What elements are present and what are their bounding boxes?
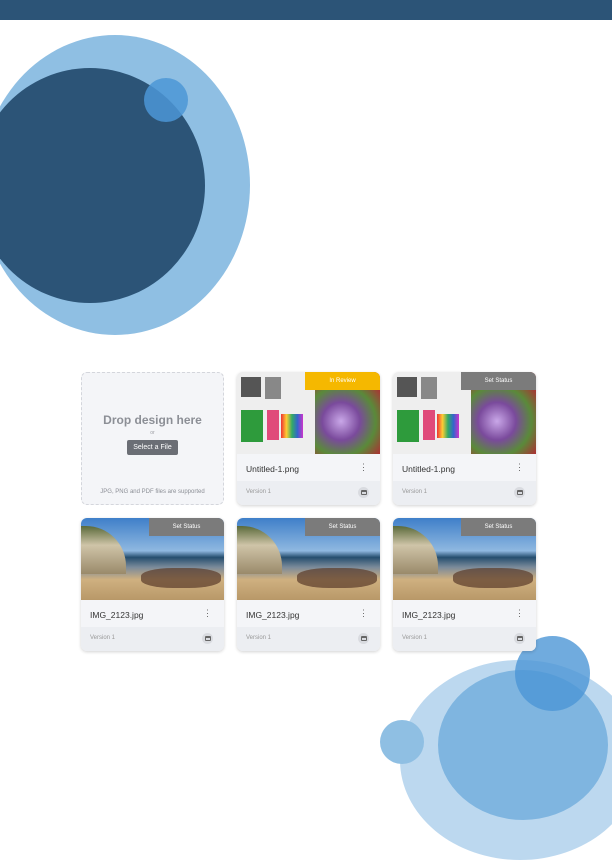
file-name: IMG_2123.jpg <box>246 610 300 620</box>
calendar-icon[interactable] <box>514 487 525 498</box>
calendar-icon[interactable] <box>358 487 369 498</box>
more-options-icon[interactable]: ⋮ <box>515 462 524 473</box>
header-bar <box>0 0 612 20</box>
status-button[interactable]: Set Status <box>305 518 380 536</box>
more-options-icon[interactable]: ⋮ <box>359 462 368 473</box>
card-footer: Version 1 <box>393 481 536 505</box>
calendar-icon[interactable] <box>514 633 525 644</box>
status-button[interactable]: Set Status <box>149 518 224 536</box>
more-options-icon[interactable]: ⋮ <box>203 608 212 619</box>
more-options-icon[interactable]: ⋮ <box>515 608 524 619</box>
status-button[interactable]: Set Status <box>461 372 536 390</box>
dropzone-or: or <box>150 430 155 436</box>
calendar-icon[interactable] <box>202 633 213 644</box>
design-card[interactable]: Set Status IMG_2123.jpg ⋮ Version 1 <box>81 518 224 651</box>
version-label: Version 1 <box>402 635 428 641</box>
design-card[interactable]: Set Status Untitled-1.png ⋮ Version 1 <box>393 372 536 505</box>
select-file-button[interactable]: Select a File <box>127 440 178 455</box>
more-options-icon[interactable]: ⋮ <box>359 608 368 619</box>
dropzone-title: Drop design here <box>103 413 202 427</box>
supported-formats-hint: JPG, PNG and PDF files are supported <box>100 489 205 495</box>
design-card[interactable]: In Review Untitled-1.png ⋮ Version 1 <box>237 372 380 505</box>
upload-dropzone[interactable]: Drop design here or Select a File JPG, P… <box>81 372 224 505</box>
calendar-icon[interactable] <box>358 633 369 644</box>
card-footer: Version 1 <box>81 627 224 651</box>
version-label: Version 1 <box>90 635 116 641</box>
status-button[interactable]: Set Status <box>461 518 536 536</box>
design-card[interactable]: Set Status IMG_2123.jpg ⋮ Version 1 <box>393 518 536 651</box>
version-label: Version 1 <box>402 489 428 495</box>
file-name: IMG_2123.jpg <box>402 610 456 620</box>
decorative-circle-small <box>144 78 188 122</box>
status-button[interactable]: In Review <box>305 372 380 390</box>
card-footer: Version 1 <box>393 627 536 651</box>
version-label: Version 1 <box>246 489 272 495</box>
file-name: Untitled-1.png <box>402 464 455 474</box>
card-footer: Version 1 <box>237 481 380 505</box>
file-name: Untitled-1.png <box>246 464 299 474</box>
decorative-circle-small <box>380 720 424 764</box>
design-card[interactable]: Set Status IMG_2123.jpg ⋮ Version 1 <box>237 518 380 651</box>
card-footer: Version 1 <box>237 627 380 651</box>
version-label: Version 1 <box>246 635 272 641</box>
file-name: IMG_2123.jpg <box>90 610 144 620</box>
